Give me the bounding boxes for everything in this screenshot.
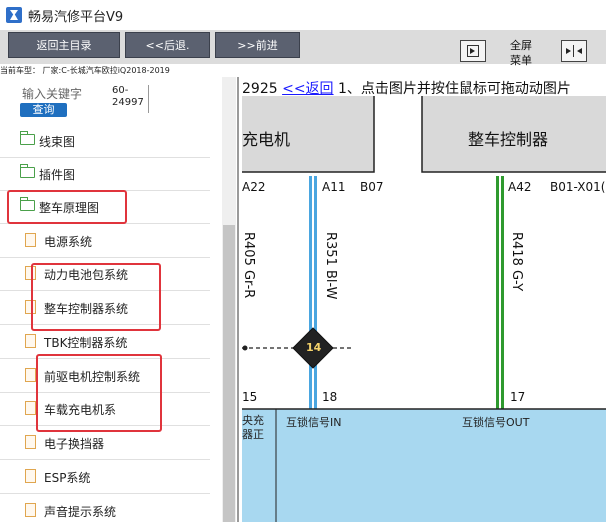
pin-label: 15 bbox=[242, 390, 258, 404]
module-fragment-label: 央充 器正 bbox=[242, 414, 264, 441]
sidebar-item-sound-alert[interactable]: 声音提示系统 bbox=[0, 495, 210, 522]
instruction-text: 1、点击图片并按住鼠标可拖动动图片 bbox=[338, 81, 571, 96]
pin-label: 17 bbox=[510, 390, 526, 404]
content-header: 2925 <<返回 1、点击图片并按住鼠标可拖动动图片 bbox=[242, 78, 606, 96]
fullscreen-icon bbox=[467, 45, 479, 57]
right-box-label: 整车控制器 bbox=[468, 130, 549, 149]
sidebar-item-harness[interactable]: 线束图 bbox=[0, 125, 210, 158]
pin-label: A11 bbox=[322, 180, 346, 194]
sidebar-item-label: 电源系统 bbox=[44, 235, 93, 249]
document-icon bbox=[25, 401, 36, 415]
highlight-annotation bbox=[7, 190, 127, 224]
forward-button[interactable]: >>前进 bbox=[215, 32, 300, 58]
search-button[interactable]: 查询 bbox=[20, 103, 67, 117]
sidebar-item-label: ESP系统 bbox=[44, 471, 91, 485]
sidebar-item-label: 插件图 bbox=[39, 168, 76, 182]
pin-label: A22 bbox=[242, 180, 266, 194]
highlight-annotation bbox=[31, 263, 161, 331]
pin-label: 18 bbox=[322, 390, 338, 404]
document-icon bbox=[25, 334, 36, 348]
wiring-diagram-canvas bbox=[242, 96, 606, 522]
signal-label: 互锁信号OUT bbox=[462, 416, 530, 429]
document-icon bbox=[25, 435, 36, 449]
wire-label: R418 G-Y bbox=[509, 232, 524, 292]
signal-label: 互锁信号IN bbox=[286, 416, 342, 429]
splice-number: 14 bbox=[306, 341, 322, 354]
back-button[interactable]: <<后退. bbox=[125, 32, 210, 58]
sidebar-item-label: TBK控制器系统 bbox=[44, 336, 128, 350]
search-input[interactable]: 60-24997 bbox=[112, 85, 146, 109]
wire-label: R351 Bl-W bbox=[323, 232, 338, 300]
search-label: 输入关键字 bbox=[22, 87, 83, 101]
wire-label: R405 Gr-R bbox=[242, 232, 256, 299]
split-arrows-icon bbox=[566, 45, 582, 57]
pane-divider[interactable] bbox=[237, 77, 239, 522]
sidebar-item-power-system[interactable]: 电源系统 bbox=[0, 225, 210, 258]
pin-label: B01-X01( bbox=[550, 180, 606, 194]
wiring-diagram[interactable]: 充电机 整车控制器 A22 A11 B07 A42 B01-X01( R405 … bbox=[242, 96, 606, 522]
folder-icon bbox=[20, 131, 35, 145]
sidebar-item-label: 电子换挡器 bbox=[44, 437, 105, 451]
blue-wire-stripe bbox=[312, 176, 314, 412]
home-button[interactable]: 返回主目录 bbox=[8, 32, 120, 58]
left-box-label: 充电机 bbox=[242, 130, 291, 149]
folder-icon bbox=[20, 164, 35, 178]
sidebar-item-connector[interactable]: 插件图 bbox=[0, 158, 210, 191]
sidebar-item-label: 线束图 bbox=[39, 135, 76, 149]
green-wire-stripe bbox=[499, 176, 501, 412]
highlight-annotation bbox=[36, 354, 162, 432]
sidebar: 输入关键字 60-24997 查询 线束图 插件图 整车原理图 电源系统 动力电… bbox=[0, 77, 222, 522]
sidebar-item-esp[interactable]: ESP系统 bbox=[0, 461, 210, 494]
document-icon bbox=[25, 503, 36, 517]
sidebar-scroll-thumb[interactable] bbox=[223, 225, 235, 522]
search-divider bbox=[148, 85, 149, 113]
fullscreen-button[interactable] bbox=[460, 40, 486, 62]
current-vehicle-info: 当前车型： 厂家:C-长城汽车欧拉iQ2018-2019 bbox=[0, 66, 170, 75]
return-link[interactable]: <<返回 bbox=[282, 81, 333, 96]
document-icon bbox=[25, 469, 36, 483]
diagram-code: 2925 bbox=[242, 81, 278, 96]
document-icon bbox=[25, 233, 36, 247]
app-logo-icon bbox=[6, 7, 22, 23]
window-title: 畅易汽修平台V9 bbox=[28, 10, 124, 25]
sidebar-item-label: 声音提示系统 bbox=[44, 505, 117, 519]
pin-label: A42 bbox=[508, 180, 532, 194]
pin-label: B07 bbox=[360, 180, 384, 194]
document-icon bbox=[25, 368, 36, 382]
split-view-button[interactable] bbox=[561, 40, 587, 62]
title-bar: 畅易汽修平台V9 bbox=[0, 0, 606, 30]
shield-node bbox=[242, 345, 248, 351]
